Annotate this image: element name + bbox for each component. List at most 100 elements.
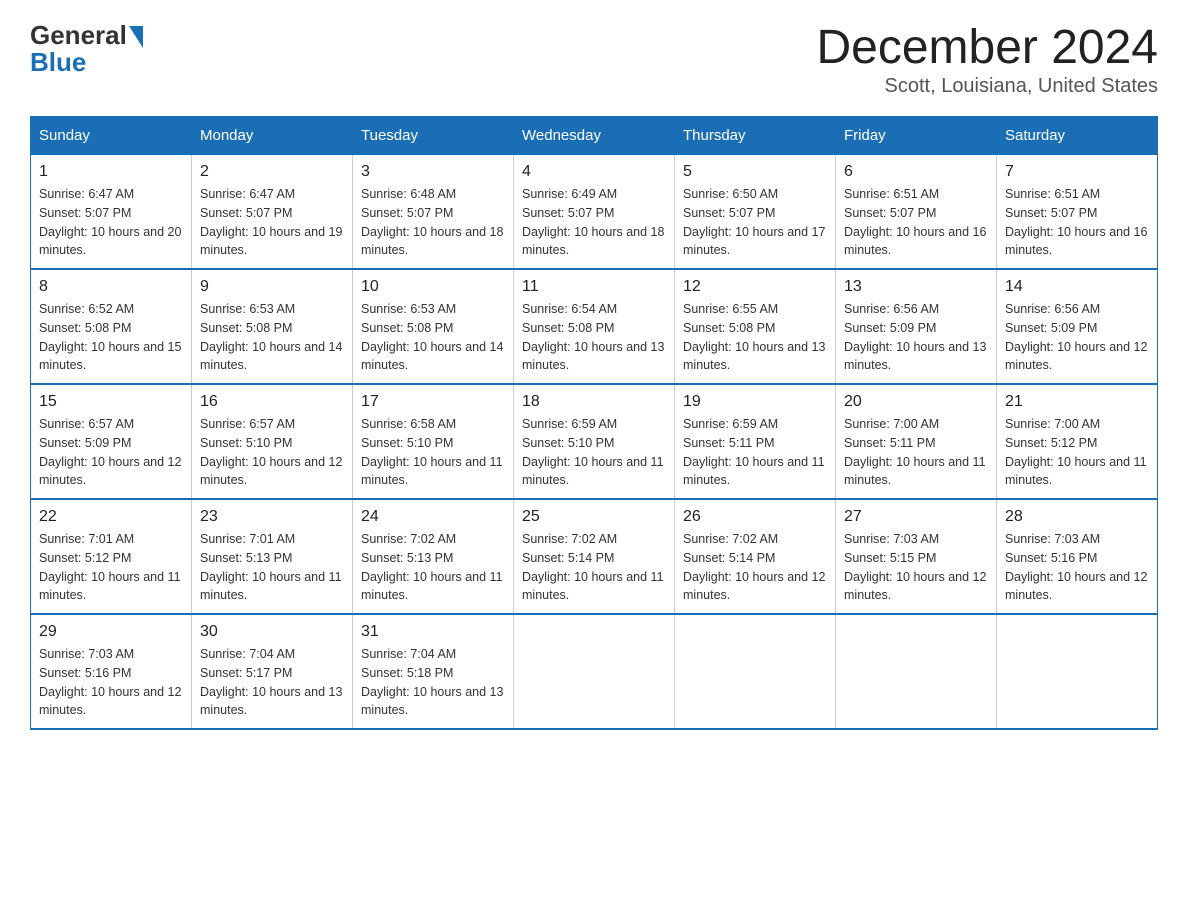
calendar-cell: 6Sunrise: 6:51 AMSunset: 5:07 PMDaylight… (836, 155, 997, 270)
day-number: 9 (200, 278, 344, 296)
day-info: Sunrise: 6:59 AMSunset: 5:11 PMDaylight:… (683, 415, 827, 490)
day-number: 6 (844, 163, 988, 181)
header-monday: Monday (192, 117, 353, 155)
day-info: Sunrise: 6:47 AMSunset: 5:07 PMDaylight:… (200, 185, 344, 260)
day-number: 14 (1005, 278, 1149, 296)
day-number: 12 (683, 278, 827, 296)
day-number: 15 (39, 393, 183, 411)
title-block: December 2024 Scott, Louisiana, United S… (816, 20, 1158, 98)
day-number: 23 (200, 508, 344, 526)
week-row-1: 1 Sunrise: 6:47 AMSunset: 5:07 PMDaylight… (31, 155, 1158, 270)
day-number: 24 (361, 508, 505, 526)
calendar-cell: 16Sunrise: 6:57 AMSunset: 5:10 PMDayligh… (192, 384, 353, 499)
page-header: General Blue December 2024 Scott, Louisi… (30, 20, 1158, 98)
calendar-cell: 4Sunrise: 6:49 AMSunset: 5:07 PMDaylight… (514, 155, 675, 270)
day-number: 28 (1005, 508, 1149, 526)
day-info: Sunrise: 6:58 AMSunset: 5:10 PMDaylight:… (361, 415, 505, 490)
day-number: 31 (361, 623, 505, 641)
calendar-cell: 21 Sunrise: 7:00 AMSunset: 5:12 PMDayligh… (997, 384, 1158, 499)
header-thursday: Thursday (675, 117, 836, 155)
logo: General Blue (30, 20, 143, 78)
calendar-cell: 24 Sunrise: 7:02 AMSunset: 5:13 PMDayligh… (353, 499, 514, 614)
header-tuesday: Tuesday (353, 117, 514, 155)
calendar-cell (675, 614, 836, 729)
week-row-5: 29 Sunrise: 7:03 AMSunset: 5:16 PMDayligh… (31, 614, 1158, 729)
calendar-cell (997, 614, 1158, 729)
day-number: 1 (39, 163, 183, 181)
header-sunday: Sunday (31, 117, 192, 155)
day-info: Sunrise: 6:52 AMSunset: 5:08 PMDaylight:… (39, 300, 183, 375)
calendar-cell: 1 Sunrise: 6:47 AMSunset: 5:07 PMDaylight… (31, 155, 192, 270)
calendar-cell: 11 Sunrise: 6:54 AMSunset: 5:08 PMDayligh… (514, 269, 675, 384)
day-number: 22 (39, 508, 183, 526)
day-info: Sunrise: 6:54 AMSunset: 5:08 PMDaylight:… (522, 300, 666, 375)
calendar-cell: 10Sunrise: 6:53 AMSunset: 5:08 PMDayligh… (353, 269, 514, 384)
calendar-cell: 25 Sunrise: 7:02 AMSunset: 5:14 PMDayligh… (514, 499, 675, 614)
calendar-table: SundayMondayTuesdayWednesdayThursdayFrid… (30, 116, 1158, 730)
calendar-cell: 20 Sunrise: 7:00 AMSunset: 5:11 PMDayligh… (836, 384, 997, 499)
calendar-cell: 12 Sunrise: 6:55 AMSunset: 5:08 PMDayligh… (675, 269, 836, 384)
day-info: Sunrise: 7:00 AMSunset: 5:11 PMDaylight:… (844, 415, 988, 490)
day-number: 18 (522, 393, 666, 411)
day-info: Sunrise: 7:04 AMSunset: 5:18 PMDaylight:… (361, 645, 505, 720)
week-row-3: 15 Sunrise: 6:57 AMSunset: 5:09 PMDayligh… (31, 384, 1158, 499)
calendar-header-row: SundayMondayTuesdayWednesdayThursdayFrid… (31, 117, 1158, 155)
calendar-cell: 2 Sunrise: 6:47 AMSunset: 5:07 PMDaylight… (192, 155, 353, 270)
day-number: 17 (361, 393, 505, 411)
page-subtitle: Scott, Louisiana, United States (816, 75, 1158, 98)
day-info: Sunrise: 6:48 AMSunset: 5:07 PMDaylight:… (361, 185, 505, 260)
week-row-4: 22Sunrise: 7:01 AMSunset: 5:12 PMDayligh… (31, 499, 1158, 614)
calendar-cell: 13 Sunrise: 6:56 AMSunset: 5:09 PMDayligh… (836, 269, 997, 384)
calendar-cell: 29 Sunrise: 7:03 AMSunset: 5:16 PMDayligh… (31, 614, 192, 729)
day-info: Sunrise: 6:51 AMSunset: 5:07 PMDaylight:… (1005, 185, 1149, 260)
day-number: 13 (844, 278, 988, 296)
calendar-cell: 19 Sunrise: 6:59 AMSunset: 5:11 PMDayligh… (675, 384, 836, 499)
day-info: Sunrise: 6:47 AMSunset: 5:07 PMDaylight:… (39, 185, 183, 260)
calendar-cell: 15 Sunrise: 6:57 AMSunset: 5:09 PMDayligh… (31, 384, 192, 499)
week-row-2: 8 Sunrise: 6:52 AMSunset: 5:08 PMDaylight… (31, 269, 1158, 384)
day-info: Sunrise: 7:02 AMSunset: 5:13 PMDaylight:… (361, 530, 505, 605)
header-friday: Friday (836, 117, 997, 155)
day-info: Sunrise: 6:57 AMSunset: 5:09 PMDaylight:… (39, 415, 183, 490)
day-info: Sunrise: 6:59 AMSunset: 5:10 PMDaylight:… (522, 415, 666, 490)
day-info: Sunrise: 7:01 AMSunset: 5:13 PMDaylight:… (200, 530, 344, 605)
day-number: 8 (39, 278, 183, 296)
calendar-cell: 22Sunrise: 7:01 AMSunset: 5:12 PMDayligh… (31, 499, 192, 614)
day-info: Sunrise: 6:56 AMSunset: 5:09 PMDaylight:… (844, 300, 988, 375)
calendar-cell: 5 Sunrise: 6:50 AMSunset: 5:07 PMDaylight… (675, 155, 836, 270)
calendar-cell: 14 Sunrise: 6:56 AMSunset: 5:09 PMDayligh… (997, 269, 1158, 384)
day-number: 26 (683, 508, 827, 526)
day-info: Sunrise: 7:00 AMSunset: 5:12 PMDaylight:… (1005, 415, 1149, 490)
day-info: Sunrise: 7:03 AMSunset: 5:16 PMDaylight:… (39, 645, 183, 720)
calendar-cell: 27Sunrise: 7:03 AMSunset: 5:15 PMDayligh… (836, 499, 997, 614)
day-number: 10 (361, 278, 505, 296)
day-number: 3 (361, 163, 505, 181)
calendar-cell: 17 Sunrise: 6:58 AMSunset: 5:10 PMDayligh… (353, 384, 514, 499)
day-number: 19 (683, 393, 827, 411)
day-info: Sunrise: 6:56 AMSunset: 5:09 PMDaylight:… (1005, 300, 1149, 375)
day-number: 21 (1005, 393, 1149, 411)
day-info: Sunrise: 7:03 AMSunset: 5:15 PMDaylight:… (844, 530, 988, 605)
day-info: Sunrise: 7:02 AMSunset: 5:14 PMDaylight:… (683, 530, 827, 605)
calendar-cell: 28 Sunrise: 7:03 AMSunset: 5:16 PMDayligh… (997, 499, 1158, 614)
calendar-cell: 30Sunrise: 7:04 AMSunset: 5:17 PMDayligh… (192, 614, 353, 729)
day-info: Sunrise: 6:57 AMSunset: 5:10 PMDaylight:… (200, 415, 344, 490)
calendar-cell: 8 Sunrise: 6:52 AMSunset: 5:08 PMDaylight… (31, 269, 192, 384)
day-info: Sunrise: 7:02 AMSunset: 5:14 PMDaylight:… (522, 530, 666, 605)
day-info: Sunrise: 7:03 AMSunset: 5:16 PMDaylight:… (1005, 530, 1149, 605)
day-info: Sunrise: 7:04 AMSunset: 5:17 PMDaylight:… (200, 645, 344, 720)
day-number: 29 (39, 623, 183, 641)
day-number: 20 (844, 393, 988, 411)
day-info: Sunrise: 6:55 AMSunset: 5:08 PMDaylight:… (683, 300, 827, 375)
day-number: 25 (522, 508, 666, 526)
day-number: 2 (200, 163, 344, 181)
day-number: 11 (522, 278, 666, 296)
day-info: Sunrise: 6:50 AMSunset: 5:07 PMDaylight:… (683, 185, 827, 260)
calendar-cell: 18 Sunrise: 6:59 AMSunset: 5:10 PMDayligh… (514, 384, 675, 499)
calendar-cell: 7Sunrise: 6:51 AMSunset: 5:07 PMDaylight… (997, 155, 1158, 270)
header-saturday: Saturday (997, 117, 1158, 155)
calendar-cell (514, 614, 675, 729)
header-wednesday: Wednesday (514, 117, 675, 155)
day-info: Sunrise: 6:49 AMSunset: 5:07 PMDaylight:… (522, 185, 666, 260)
day-number: 5 (683, 163, 827, 181)
